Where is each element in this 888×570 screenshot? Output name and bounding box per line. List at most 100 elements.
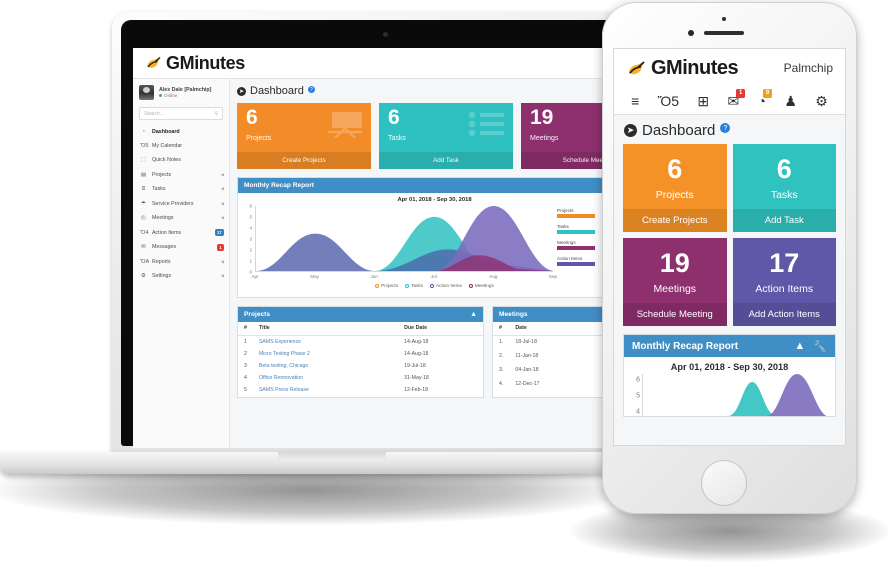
project-title-link[interactable]: Micro Testing Phase 2 xyxy=(253,348,398,360)
sidebar-item-quick-notes[interactable]: ⬚ Quick Notes xyxy=(133,153,229,167)
note-icon: ⬚ xyxy=(140,157,147,164)
legend-marker-icon xyxy=(375,283,380,288)
sidebar-item-label: Quick Notes xyxy=(152,157,181,164)
wrench-icon[interactable]: 🔧 xyxy=(813,340,827,353)
legend-marker-icon xyxy=(468,283,473,288)
stat-card-value: 19 xyxy=(659,248,690,278)
sidebar-item-projects[interactable]: ▤ Projects ◀ xyxy=(133,168,229,182)
stat-card-action[interactable]: Create Projects xyxy=(237,152,371,169)
phone-stat-card-meetings[interactable]: 19 Meetings Schedule Meeting xyxy=(623,238,727,326)
gear-icon: ⚙ xyxy=(140,273,146,280)
search-input[interactable]: Search... ⚲ xyxy=(139,107,223,120)
legend-bottom-item[interactable]: Action Items xyxy=(430,283,462,288)
user-status-text: Online xyxy=(164,92,178,98)
stat-card-action[interactable]: Add Action Items xyxy=(732,303,836,326)
person-icon[interactable]: ♟ xyxy=(784,94,797,108)
help-icon[interactable]: ? xyxy=(720,123,731,133)
checklist-icon xyxy=(468,111,504,141)
project-title-link[interactable]: Beta testing, Chicago xyxy=(253,360,398,372)
legend-bottom-item[interactable]: Tasks xyxy=(405,283,423,288)
chevron-left-icon: ◀ xyxy=(220,215,224,221)
project-title-link[interactable]: Office Rennovation xyxy=(253,372,398,384)
phone-chart: 6 5 4 xyxy=(624,374,835,416)
phone-speaker-icon xyxy=(704,31,744,35)
bird-logo-icon xyxy=(145,55,163,71)
chevron-up-icon[interactable]: ▲ xyxy=(794,340,805,353)
y-tick: 2 xyxy=(249,247,252,253)
table-row[interactable]: 1 SAMS Experience 14-Aug-18 xyxy=(238,335,483,348)
table-icon: ⌸ xyxy=(141,185,146,192)
stat-card-action[interactable]: Schedule Meeting xyxy=(623,303,727,326)
sidebar-item-badge: 17 xyxy=(214,229,224,236)
help-icon[interactable]: ? xyxy=(307,86,315,93)
phone-topbar: GMinutes Palmchip xyxy=(614,49,845,87)
table-row[interactable]: 5 SAMS Press Release 12-Feb-18 xyxy=(238,384,483,396)
envelope-icon[interactable]: ✉ 1 xyxy=(727,88,746,108)
stat-card-action[interactable]: Add Task xyxy=(732,209,836,232)
phone-chart-svg xyxy=(728,374,827,416)
hamburger-menu-icon[interactable]: ≡ xyxy=(631,94,639,108)
sidebar-item-service-providers[interactable]: ☂ Service Providers ◀ xyxy=(133,197,229,211)
phone-screen: GMinutes Palmchip ≡ Ὄ5 ⊞ ✉ 1 ◔ 9 ♟ ⚙ ➤ Dashboard… xyxy=(613,48,846,446)
table-row[interactable]: 2 Micro Testing Phase 2 14-Aug-18 xyxy=(238,348,483,360)
phone-stat-card-action-items[interactable]: 17 Action Items Add Action Items xyxy=(732,238,836,326)
stat-card-action[interactable]: Add Task xyxy=(379,152,513,169)
y-tick: 3 xyxy=(249,236,252,242)
project-title-link[interactable]: SAMS Press Release xyxy=(253,384,398,396)
x-tick: May xyxy=(310,274,319,279)
chevron-left-icon: ◀ xyxy=(220,273,224,279)
project-title-link[interactable]: SAMS Experience xyxy=(253,335,398,348)
y-tick: 1 xyxy=(249,258,252,264)
stat-card-action[interactable]: Create Projects xyxy=(623,209,727,232)
chart-subtitle: Apr 01, 2018 - Sep 30, 2018 xyxy=(397,197,472,203)
sidebar-user[interactable]: Alex Dale [Palmchip] Online xyxy=(133,79,229,104)
y-tick: 6 xyxy=(249,203,252,209)
projects-column-header: Due Date xyxy=(398,322,483,336)
legend-bottom-item[interactable]: Meetings xyxy=(468,283,494,288)
user-avatar-icon xyxy=(139,85,154,100)
phone-recap-panel-header: Monthly Recap Report ▲ 🔧 xyxy=(624,335,835,357)
phone-stat-card-projects[interactable]: 6 Projects Create Projects xyxy=(623,144,727,232)
settings-gears-icon[interactable]: ⚙ xyxy=(815,94,828,108)
add-box-icon[interactable]: ⊞ xyxy=(697,94,709,108)
calendar-icon[interactable]: Ὄ5 xyxy=(658,94,679,108)
row-index: 3 xyxy=(244,363,247,370)
grid-icon: ▤ xyxy=(140,171,147,178)
phone-home-button[interactable] xyxy=(701,460,747,506)
sidebar-item-reports[interactable]: ὌA Reports ◀ xyxy=(133,255,229,269)
legend-marker-icon xyxy=(405,283,410,288)
phone-stat-card-tasks[interactable]: 6 Tasks Add Task xyxy=(732,144,836,232)
phone-app-logo[interactable]: GMinutes xyxy=(626,57,739,80)
app-logo[interactable]: GMinutes xyxy=(145,53,245,74)
x-tick: Jun xyxy=(370,274,378,279)
stat-card-value: 19 xyxy=(530,106,554,129)
sidebar-item-tasks[interactable]: ⌸ Tasks ◀ xyxy=(133,182,229,197)
recap-panel: Monthly Recap Report ▲ Apr 01, 2018 - Se… xyxy=(237,177,632,298)
table-row[interactable]: 3 Beta testing, Chicago 19-Jul-18 xyxy=(238,360,483,372)
phone-org-name: Palmchip xyxy=(783,61,833,75)
sidebar-item-action-items[interactable]: Ὄ4 Action Items 17 xyxy=(133,225,229,240)
legend-bottom-label: Tasks xyxy=(411,283,424,288)
recap-panel-title: Monthly Recap Report xyxy=(244,182,314,189)
sidebar-item-label: Service Providers xyxy=(152,201,194,208)
stat-card-value: 17 xyxy=(769,248,800,278)
stat-card-projects[interactable]: 6 Projects Create Projects xyxy=(237,103,371,169)
phone-page-title-text: Dashboard xyxy=(642,122,716,139)
clock-alert-icon[interactable]: ◔ 9 xyxy=(758,88,772,108)
sidebar-item-meetings[interactable]: ◴ Meetings ◀ xyxy=(133,211,229,225)
stat-card-value: 6 xyxy=(388,106,400,129)
tables-row: Projects ▲ # Title Due Date 1 SAMS Experien… xyxy=(237,306,632,398)
sidebar-item-settings[interactable]: ⚙ Settings ◀ xyxy=(133,269,229,283)
stat-card-tasks[interactable]: 6 Tasks Add Task xyxy=(379,103,513,169)
sidebar-item-my-calendar[interactable]: Ὄ5 My Calendar xyxy=(133,139,229,153)
sidebar-item-messages[interactable]: ✉ Messages 1 xyxy=(133,240,229,255)
x-tick: Jul xyxy=(430,274,437,279)
table-row[interactable]: 4 Office Rennovation 31-May-18 xyxy=(238,372,483,384)
file-icon: Ὄ4 xyxy=(140,229,149,236)
meetings-panel-title: Meetings xyxy=(499,311,528,318)
chart-plot-area xyxy=(255,206,553,272)
sidebar-item-dashboard[interactable]: ◔ Dashboard xyxy=(133,125,229,139)
app-topbar: GMinutes xyxy=(133,48,639,79)
chevron-up-icon[interactable]: ▲ xyxy=(470,311,477,318)
legend-bottom-item[interactable]: Projects xyxy=(375,283,398,288)
